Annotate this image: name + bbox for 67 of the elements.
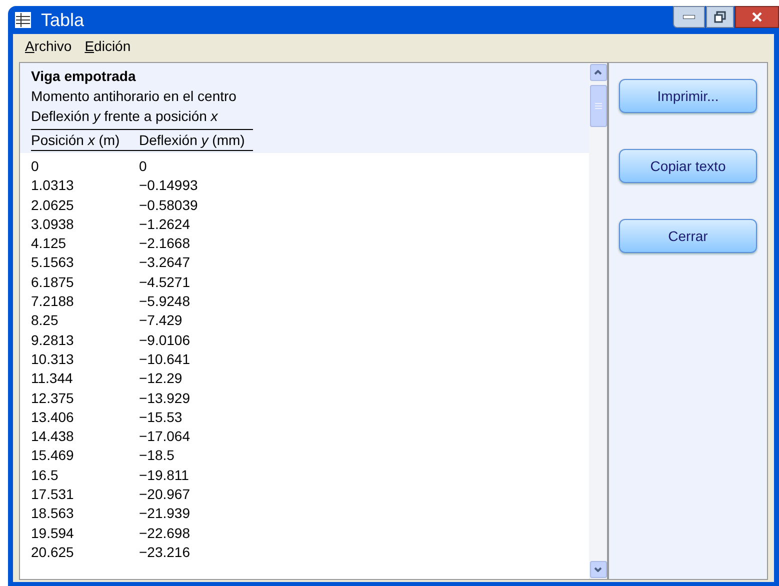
table-cell: −2.1668	[139, 234, 190, 254]
table-cell-text: −12.29	[139, 369, 182, 388]
table-cell-text: 20.625	[31, 542, 75, 562]
close-button[interactable]	[735, 6, 779, 28]
window-title: Tabla	[41, 8, 84, 32]
grip-icon	[594, 103, 602, 109]
table-cell-text: −19.811	[139, 466, 189, 485]
table-cell-text: 5.1563	[31, 253, 75, 272]
close-icon	[752, 12, 762, 22]
table-cell-text: 10.313	[31, 350, 75, 369]
table-cell: −5.9248	[139, 292, 190, 312]
dialog-button[interactable]: Imprimir...	[619, 79, 757, 113]
table-cell-text: 12.375	[31, 388, 75, 408]
menu-item[interactable]: Edición	[84, 36, 131, 56]
table-cell: −17.064	[139, 427, 190, 446]
table-cell-text: 18.563	[31, 504, 75, 524]
table-cell: −9.0106	[139, 330, 190, 350]
table-cell-text: 16.5	[31, 466, 60, 485]
table-cell-text: 0	[139, 157, 147, 176]
table-cell: −13.929	[139, 388, 190, 408]
menu-item[interactable]: Archivo	[25, 36, 72, 56]
table-cell-text: 11.344	[31, 369, 74, 388]
table-cell-text: −15.53	[139, 408, 182, 427]
table-cell-text: −21.939	[139, 504, 190, 524]
table-cell-text: 17.531	[31, 485, 75, 504]
table-cell-text: 0	[31, 157, 40, 176]
caret-up-icon	[594, 70, 602, 75]
table-cell-text: −7.429	[139, 311, 182, 330]
table-cell-text: −0.14993	[139, 176, 198, 196]
table-cell-text: −23.216	[139, 542, 190, 562]
column-header: Deflexión y (mm)	[139, 131, 246, 150]
table-cell-text: 7.2188	[31, 292, 75, 312]
table-cell: −22.698	[139, 524, 190, 543]
table-cell-text: 13.406	[31, 408, 75, 427]
table-cell-text: 3.0938	[31, 214, 75, 234]
table-cell: −20.967	[139, 485, 190, 504]
table-cell-text: 8.25	[31, 311, 60, 330]
table-cell: −0.58039	[139, 196, 198, 215]
minimize-button[interactable]	[673, 6, 705, 28]
table-cell-text: 9.2813	[31, 330, 75, 350]
scrollbar[interactable]	[589, 63, 607, 579]
table-cell-text: −10.641	[139, 350, 190, 369]
table-cell-text: 19.594	[31, 524, 75, 543]
table-cell-text: −1.2624	[139, 214, 190, 234]
table-title: Viga empotrada	[31, 67, 137, 86]
table-caption: Deflexión y frente a posición x	[31, 107, 219, 126]
table-cell-text: 6.1875	[31, 272, 75, 292]
scroll-thumb[interactable]	[590, 85, 606, 127]
table-icon	[15, 12, 31, 28]
caret-down-icon	[594, 567, 602, 572]
table-subtitle: Momento antihorario en el centro	[31, 87, 238, 106]
table-cell-text: −4.5271	[139, 272, 190, 292]
scroll-down-button[interactable]	[590, 561, 606, 578]
table-cell-text: −3.2647	[139, 253, 190, 272]
scroll-up-button[interactable]	[590, 64, 606, 81]
table-cell-text: 15.469	[31, 446, 75, 466]
table-cell-text: 4.125	[31, 234, 68, 254]
table-cell-text: 1.0313	[31, 176, 75, 196]
table-cell-text: 2.0625	[31, 196, 75, 215]
dialog-button[interactable]: Copiar texto	[619, 149, 757, 183]
dialog-button[interactable]: Cerrar	[619, 219, 757, 253]
restore-button[interactable]	[706, 6, 734, 28]
minimize-icon	[683, 15, 695, 19]
column-header: Posición x (m)	[31, 131, 121, 150]
table-cell-text: 14.438	[31, 427, 75, 446]
table-cell-text: −18.5	[139, 446, 174, 466]
restore-icon	[714, 11, 726, 23]
